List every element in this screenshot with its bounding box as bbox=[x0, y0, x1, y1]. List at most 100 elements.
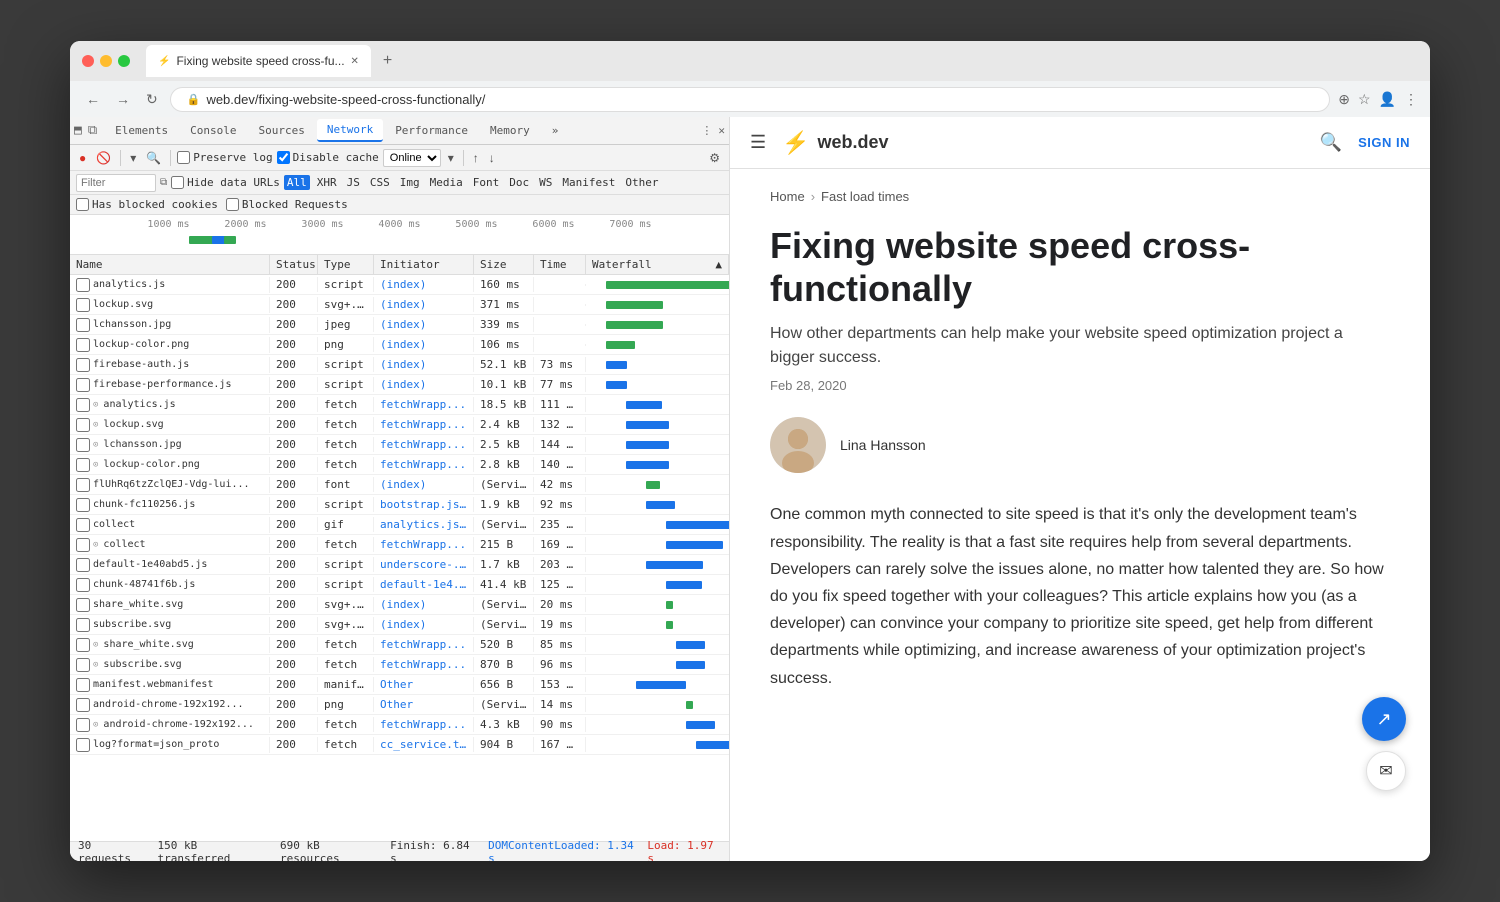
bookmark-icon[interactable]: ☆ bbox=[1358, 91, 1371, 108]
breadcrumb-home[interactable]: Home bbox=[770, 189, 805, 204]
row-checkbox[interactable] bbox=[76, 598, 90, 612]
row-checkbox[interactable] bbox=[76, 278, 90, 292]
table-row[interactable]: subscribe.svg 200 svg+... (index) (Servi… bbox=[70, 615, 729, 635]
minimize-button[interactable] bbox=[100, 55, 112, 67]
throttle-select[interactable]: Online bbox=[383, 149, 441, 167]
table-row[interactable]: lockup.svg 200 svg+... (index) 371 ms bbox=[70, 295, 729, 315]
row-checkbox[interactable] bbox=[76, 578, 90, 592]
row-checkbox[interactable] bbox=[76, 438, 90, 452]
tab-memory[interactable]: Memory bbox=[480, 120, 540, 141]
filter-ws[interactable]: WS bbox=[536, 175, 555, 190]
filter-img[interactable]: Img bbox=[397, 175, 423, 190]
reload-button[interactable]: ↻ bbox=[142, 89, 162, 110]
hamburger-icon[interactable]: ☰ bbox=[750, 132, 766, 153]
filter-other[interactable]: Other bbox=[622, 175, 661, 190]
preserve-log-label[interactable]: Preserve log bbox=[177, 151, 272, 164]
share-fab[interactable]: ↗ bbox=[1362, 697, 1406, 741]
blocked-requests-checkbox[interactable] bbox=[226, 198, 239, 211]
row-checkbox[interactable] bbox=[76, 638, 90, 652]
filter-media[interactable]: Media bbox=[427, 175, 466, 190]
filter-font[interactable]: Font bbox=[470, 175, 503, 190]
hide-data-urls-label[interactable]: Hide data URLs bbox=[171, 176, 280, 189]
has-blocked-cookies-label[interactable]: Has blocked cookies bbox=[76, 198, 218, 211]
table-row[interactable]: default-1e40abd5.js 200 script underscor… bbox=[70, 555, 729, 575]
tab-sources[interactable]: Sources bbox=[248, 120, 314, 141]
filter-all[interactable]: All bbox=[284, 175, 310, 190]
tab-close-icon[interactable]: ✕ bbox=[351, 56, 359, 67]
devtools-close-icon[interactable]: ✕ bbox=[718, 124, 725, 137]
row-checkbox[interactable] bbox=[76, 498, 90, 512]
table-row[interactable]: ⊙ share_white.svg 200 fetch fetchWrapp..… bbox=[70, 635, 729, 655]
table-row[interactable]: log?format=json_proto 200 fetch cc_servi… bbox=[70, 735, 729, 755]
tab-elements[interactable]: Elements bbox=[105, 120, 178, 141]
table-row[interactable]: analytics.js 200 script (index) 160 ms bbox=[70, 275, 729, 295]
filter-js[interactable]: JS bbox=[344, 175, 363, 190]
filter-xhr[interactable]: XHR bbox=[314, 175, 340, 190]
account-icon[interactable]: 👤 bbox=[1379, 91, 1396, 108]
devtools-undock-icon[interactable]: ⧉ bbox=[88, 123, 97, 138]
has-blocked-cookies-checkbox[interactable] bbox=[76, 198, 89, 211]
record-stop-button[interactable]: ● bbox=[76, 150, 89, 166]
table-row[interactable]: ⊙ lchansson.jpg 200 fetch fetchWrapp... … bbox=[70, 435, 729, 455]
preserve-log-checkbox[interactable] bbox=[177, 151, 190, 164]
row-checkbox[interactable] bbox=[76, 558, 90, 572]
table-row[interactable]: ⊙ subscribe.svg 200 fetch fetchWrapp... … bbox=[70, 655, 729, 675]
table-row[interactable]: ⊙ lockup-color.png 200 fetch fetchWrapp.… bbox=[70, 455, 729, 475]
table-row[interactable]: lockup-color.png 200 png (index) 106 ms bbox=[70, 335, 729, 355]
settings-button[interactable]: ⚙ bbox=[706, 150, 723, 166]
filter-manifest[interactable]: Manifest bbox=[559, 175, 618, 190]
filter-options-icon[interactable]: ⧉ bbox=[160, 177, 167, 188]
blocked-requests-label[interactable]: Blocked Requests bbox=[226, 198, 348, 211]
row-checkbox[interactable] bbox=[76, 698, 90, 712]
table-row[interactable]: chunk-fc110256.js 200 script bootstrap.j… bbox=[70, 495, 729, 515]
throttle-arrow[interactable]: ▾ bbox=[445, 150, 457, 166]
row-checkbox[interactable] bbox=[76, 718, 90, 732]
table-row[interactable]: ⊙ lockup.svg 200 fetch fetchWrapp... 2.4… bbox=[70, 415, 729, 435]
table-row[interactable]: firebase-auth.js 200 script (index) 52.1… bbox=[70, 355, 729, 375]
tab-network[interactable]: Network bbox=[317, 119, 383, 142]
tab-more[interactable]: » bbox=[542, 120, 569, 141]
disable-cache-checkbox[interactable] bbox=[277, 151, 290, 164]
row-checkbox[interactable] bbox=[76, 358, 90, 372]
new-tab-button[interactable]: + bbox=[375, 48, 400, 74]
table-row[interactable]: ⊙ android-chrome-192x192... 200 fetch fe… bbox=[70, 715, 729, 735]
devtools-dock-icon[interactable]: ⬒ bbox=[74, 123, 82, 138]
table-row[interactable]: share_white.svg 200 svg+... (index) (Ser… bbox=[70, 595, 729, 615]
row-checkbox[interactable] bbox=[76, 658, 90, 672]
export-button[interactable]: ↓ bbox=[486, 150, 498, 166]
network-table[interactable]: Name Status Type Initiator Size Time Wat… bbox=[70, 255, 729, 841]
menu-icon[interactable]: ⋮ bbox=[1404, 91, 1418, 108]
row-checkbox[interactable] bbox=[76, 538, 90, 552]
clear-button[interactable]: 🚫 bbox=[93, 150, 114, 166]
table-row[interactable]: lchansson.jpg 200 jpeg (index) 339 ms bbox=[70, 315, 729, 335]
url-bar[interactable]: 🔒 web.dev/fixing-website-speed-cross-fun… bbox=[170, 87, 1331, 112]
row-checkbox[interactable] bbox=[76, 338, 90, 352]
import-button[interactable]: ↑ bbox=[470, 150, 482, 166]
cast-icon[interactable]: ⊕ bbox=[1338, 91, 1350, 108]
table-row[interactable]: collect 200 gif analytics.js:36 (Servi..… bbox=[70, 515, 729, 535]
table-row[interactable]: manifest.webmanifest 200 manif... Other … bbox=[70, 675, 729, 695]
maximize-button[interactable] bbox=[118, 55, 130, 67]
filter-button[interactable]: ▾ bbox=[127, 150, 139, 166]
back-button[interactable]: ← bbox=[82, 89, 104, 109]
search-icon[interactable]: 🔍 bbox=[1320, 132, 1342, 153]
row-checkbox[interactable] bbox=[76, 738, 90, 752]
sign-in-button[interactable]: SIGN IN bbox=[1358, 135, 1410, 150]
filter-css[interactable]: CSS bbox=[367, 175, 393, 190]
row-checkbox[interactable] bbox=[76, 318, 90, 332]
row-checkbox[interactable] bbox=[76, 458, 90, 472]
tab-performance[interactable]: Performance bbox=[385, 120, 478, 141]
row-checkbox[interactable] bbox=[76, 478, 90, 492]
row-checkbox[interactable] bbox=[76, 618, 90, 632]
row-checkbox[interactable] bbox=[76, 398, 90, 412]
row-checkbox[interactable] bbox=[76, 378, 90, 392]
devtools-more-icon[interactable]: ⋮ bbox=[701, 124, 712, 137]
disable-cache-label[interactable]: Disable cache bbox=[277, 151, 379, 164]
table-row[interactable]: chunk-48741f6b.js 200 script default-1e4… bbox=[70, 575, 729, 595]
tab-console[interactable]: Console bbox=[180, 120, 246, 141]
row-checkbox[interactable] bbox=[76, 418, 90, 432]
table-row[interactable]: android-chrome-192x192... 200 png Other … bbox=[70, 695, 729, 715]
filter-input[interactable] bbox=[76, 174, 156, 192]
close-button[interactable] bbox=[82, 55, 94, 67]
filter-doc[interactable]: Doc bbox=[506, 175, 532, 190]
